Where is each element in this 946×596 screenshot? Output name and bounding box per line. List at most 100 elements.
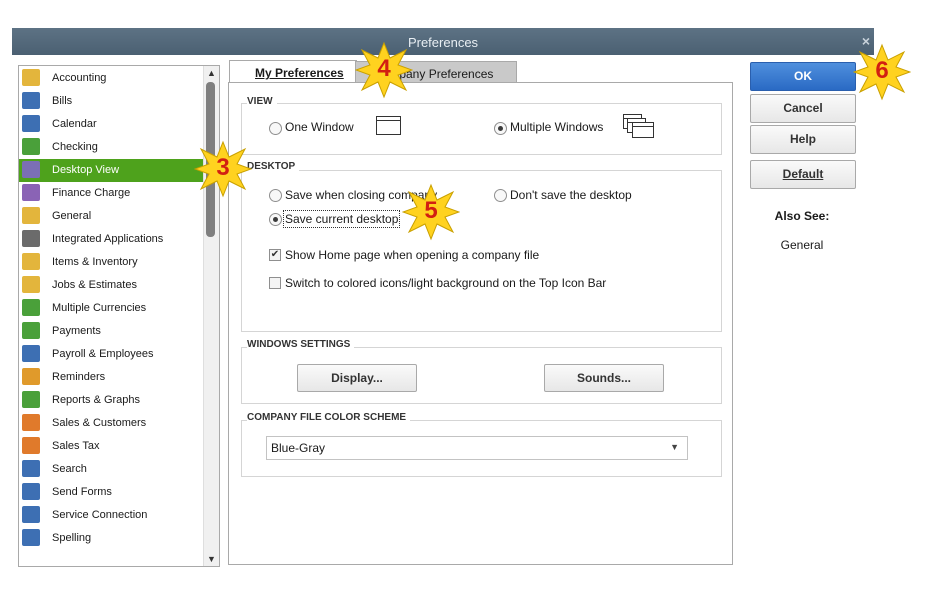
ok-button[interactable]: OK xyxy=(750,62,856,91)
sidebar-item-label: Multiple Currencies xyxy=(52,302,147,314)
sidebar-item-bills[interactable]: Bills xyxy=(19,90,203,113)
sidebar-item-multiple-currencies[interactable]: Multiple Currencies xyxy=(19,297,203,320)
calendar-icon xyxy=(22,115,40,132)
sidebar-item-label: Desktop View xyxy=(52,164,120,176)
sidebar-item-label: Jobs & Estimates xyxy=(52,279,137,291)
sales-customers-icon xyxy=(22,414,40,431)
sidebar-item-label: Reminders xyxy=(52,371,106,383)
also-see-heading: Also See: xyxy=(774,209,830,223)
save-current-desktop-label[interactable]: Save current desktop xyxy=(282,210,401,228)
chevron-down-icon: ▼ xyxy=(670,442,679,452)
also-see-general-link[interactable]: General xyxy=(750,238,854,252)
finance-charge-icon xyxy=(22,184,40,201)
desktop-heading: DESKTOP xyxy=(247,161,300,172)
save-current-desktop-radio[interactable] xyxy=(269,213,282,226)
default-button[interactable]: Default xyxy=(750,160,856,189)
jobs-estimates-icon xyxy=(22,276,40,293)
sidebar-item-payments[interactable]: Payments xyxy=(19,320,203,343)
sidebar-item-label: Send Forms xyxy=(52,486,112,498)
sidebar-item-label: Sales & Customers xyxy=(52,417,147,429)
color-scheme-value: Blue-Gray xyxy=(271,441,326,455)
one-window-label[interactable]: One Window xyxy=(285,120,354,134)
colored-icons-checkbox[interactable] xyxy=(269,277,281,289)
sidebar-item-label: Items & Inventory xyxy=(52,256,138,268)
save-when-closing-radio[interactable] xyxy=(269,189,282,202)
callout-star-3: 3 xyxy=(194,140,252,198)
payments-icon xyxy=(22,322,40,339)
reports-graphs-icon xyxy=(22,391,40,408)
checking-icon xyxy=(22,138,40,155)
sidebar-item-label: Spelling xyxy=(52,532,92,544)
spelling-icon xyxy=(22,529,40,546)
multiple-windows-radio[interactable] xyxy=(494,122,507,135)
view-heading: VIEW xyxy=(247,96,277,107)
dont-save-desktop-label[interactable]: Don't save the desktop xyxy=(510,188,632,202)
sidebar-item-accounting[interactable]: Accounting xyxy=(19,67,203,90)
callout-3-number: 3 xyxy=(216,154,230,181)
sidebar-item-label: Finance Charge xyxy=(52,187,131,199)
sidebar-item-integrated-applications[interactable]: Integrated Applications xyxy=(19,228,203,251)
sidebar-item-items-inventory[interactable]: Items & Inventory xyxy=(19,251,203,274)
show-home-page-label[interactable]: Show Home page when opening a company fi… xyxy=(285,248,539,262)
general-icon xyxy=(22,207,40,224)
sidebar-item-search[interactable]: Search xyxy=(19,458,203,481)
payroll-employees-icon xyxy=(22,345,40,362)
callout-star-6: 6 xyxy=(853,43,911,101)
sidebar-item-label: Accounting xyxy=(52,72,107,84)
sidebar-item-general[interactable]: General xyxy=(19,205,203,228)
colored-icons-label[interactable]: Switch to colored icons/light background… xyxy=(285,276,606,290)
sidebar-item-reports-graphs[interactable]: Reports & Graphs xyxy=(19,389,203,412)
color-scheme-heading: COMPANY FILE COLOR SCHEME xyxy=(247,412,411,423)
sidebar-item-reminders[interactable]: Reminders xyxy=(19,366,203,389)
sidebar-item-label: Reports & Graphs xyxy=(52,394,141,406)
cancel-button[interactable]: Cancel xyxy=(750,94,856,123)
items-inventory-icon xyxy=(22,253,40,270)
show-home-page-checkbox[interactable]: ✔ xyxy=(269,249,281,261)
bills-icon xyxy=(22,92,40,109)
callout-4-number: 4 xyxy=(377,55,391,82)
integrated-applications-icon xyxy=(22,230,40,247)
desktop-view-icon xyxy=(22,161,40,178)
send-forms-icon xyxy=(22,483,40,500)
display-button[interactable]: Display... xyxy=(297,364,417,392)
sidebar-item-send-forms[interactable]: Send Forms xyxy=(19,481,203,504)
sidebar-item-label: Search xyxy=(52,463,87,475)
help-button[interactable]: Help xyxy=(750,125,856,154)
tab-my-preferences[interactable]: My Preferences xyxy=(229,60,357,83)
windows-settings-heading: WINDOWS SETTINGS xyxy=(247,339,355,350)
preferences-category-list: Accounting Bills Calendar Checking Desktop V… xyxy=(18,65,220,567)
sidebar-item-sales-customers[interactable]: Sales & Customers xyxy=(19,412,203,435)
one-window-radio[interactable] xyxy=(269,122,282,135)
sales-tax-icon xyxy=(22,437,40,454)
window-title: Preferences xyxy=(407,35,479,50)
accounting-icon xyxy=(22,69,40,86)
sidebar-item-payroll-employees[interactable]: Payroll & Employees xyxy=(19,343,203,366)
sidebar-item-label: Checking xyxy=(52,141,98,153)
sounds-button[interactable]: Sounds... xyxy=(544,364,664,392)
sidebar-item-label: Bills xyxy=(52,95,73,107)
sidebar-item-sales-tax[interactable]: Sales Tax xyxy=(19,435,203,458)
sidebar-item-checking[interactable]: Checking xyxy=(19,136,203,159)
sidebar-item-spelling[interactable]: Spelling xyxy=(19,527,203,550)
preferences-panel: VIEW One Window Multiple Windows DESKTOP… xyxy=(228,82,733,565)
scroll-down-icon[interactable]: ▼ xyxy=(207,554,216,564)
sidebar-item-label: General xyxy=(52,210,92,222)
sidebar-item-finance-charge[interactable]: Finance Charge xyxy=(19,182,203,205)
sidebar-item-label: Payroll & Employees xyxy=(52,348,154,360)
sidebar-item-calendar[interactable]: Calendar xyxy=(19,113,203,136)
dont-save-desktop-radio[interactable] xyxy=(494,189,507,202)
scroll-up-icon[interactable]: ▲ xyxy=(207,68,216,78)
color-scheme-select[interactable]: Blue-Gray ▼ xyxy=(266,436,688,460)
sidebar-item-label: Calendar xyxy=(52,118,97,130)
sidebar-item-label: Service Connection xyxy=(52,509,148,521)
multiple-windows-label[interactable]: Multiple Windows xyxy=(510,120,603,134)
one-window-icon xyxy=(376,116,401,135)
callout-6-number: 6 xyxy=(875,57,889,84)
sidebar-item-jobs-estimates[interactable]: Jobs & Estimates xyxy=(19,274,203,297)
sidebar-item-label: Payments xyxy=(52,325,101,337)
sidebar-item-desktop-view[interactable]: Desktop View xyxy=(19,159,203,182)
callout-star-4: 4 xyxy=(355,41,413,99)
multiple-currencies-icon xyxy=(22,299,40,316)
sidebar-item-service-connection[interactable]: Service Connection xyxy=(19,504,203,527)
title-bar: Preferences × xyxy=(12,28,874,55)
